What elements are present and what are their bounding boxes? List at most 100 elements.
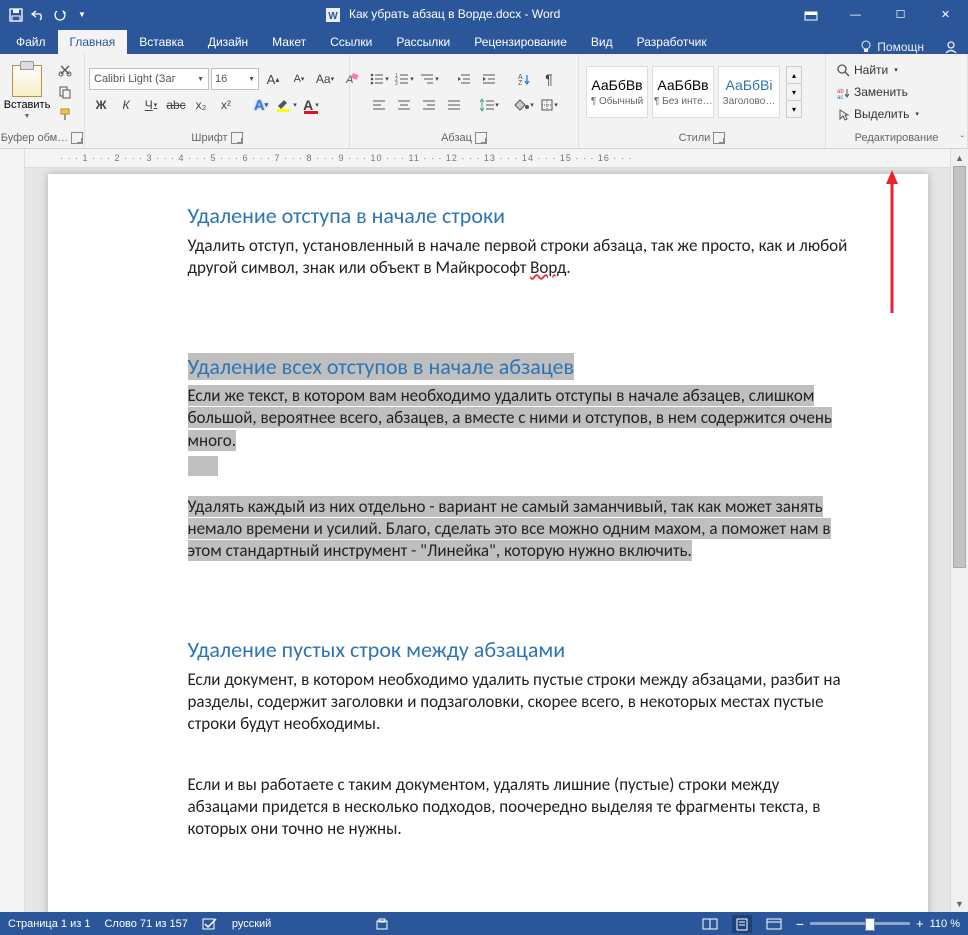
- highlight-icon[interactable]: ▾: [275, 94, 297, 116]
- sort-icon[interactable]: AZ: [513, 68, 535, 90]
- save-icon[interactable]: [8, 7, 24, 23]
- paragraph-dialog-launcher[interactable]: [475, 132, 487, 144]
- close-button[interactable]: ✕: [923, 0, 968, 29]
- clipboard-dialog-launcher[interactable]: [71, 132, 83, 144]
- cut-icon[interactable]: [54, 59, 76, 81]
- tab-insert[interactable]: Вставка: [127, 30, 196, 54]
- align-center-icon[interactable]: [393, 94, 415, 116]
- qat-customize-icon[interactable]: ▼: [74, 7, 90, 23]
- shrink-font-icon[interactable]: A▾: [288, 68, 310, 90]
- text-effects-icon[interactable]: A▾: [250, 94, 272, 116]
- show-marks-icon[interactable]: ¶: [538, 68, 560, 90]
- select-button[interactable]: Выделить▾: [837, 104, 919, 124]
- group-clipboard: Вставить ▼ Буфер обм…: [0, 54, 85, 148]
- find-button[interactable]: Найти▾: [837, 60, 919, 80]
- horizontal-ruler[interactable]: · · · 1 · · · 2 · · · 3 · · · 4 · · · 5 …: [25, 149, 950, 168]
- undo-icon[interactable]: [30, 7, 46, 23]
- grow-font-icon[interactable]: A▴: [262, 68, 284, 90]
- paragraph[interactable]: Если документ, в котором необходимо удал…: [188, 669, 848, 735]
- status-language[interactable]: русский: [232, 918, 271, 930]
- scroll-up-icon[interactable]: ▲: [951, 149, 968, 166]
- format-painter-icon[interactable]: [54, 103, 76, 125]
- redo-icon[interactable]: [52, 7, 68, 23]
- zoom-out-button[interactable]: −: [796, 916, 804, 932]
- zoom-in-button[interactable]: +: [916, 916, 924, 931]
- macro-record-icon[interactable]: [375, 917, 389, 931]
- copy-icon[interactable]: [54, 81, 76, 103]
- style-heading1[interactable]: АаБбВіЗаголово…: [718, 66, 780, 118]
- paragraph-selected[interactable]: Удалять каждый из них отдельно - вариант…: [188, 496, 848, 562]
- multilevel-list-icon[interactable]: ▾: [418, 68, 440, 90]
- decrease-indent-icon[interactable]: [453, 68, 475, 90]
- styles-gallery-scroll[interactable]: ▴ ▾ ▾: [786, 66, 802, 118]
- strikethrough-button[interactable]: abc: [165, 94, 187, 116]
- group-styles-label: Стили: [679, 132, 711, 144]
- svg-text:Z: Z: [518, 80, 523, 86]
- status-words[interactable]: Слово 71 из 157: [104, 918, 187, 930]
- collapse-ribbon-icon[interactable]: ˇ: [961, 135, 964, 146]
- tab-developer[interactable]: Разработчик: [625, 30, 719, 54]
- read-mode-icon[interactable]: [702, 917, 718, 931]
- font-dialog-launcher[interactable]: [231, 132, 243, 144]
- clipboard-icon: [12, 65, 42, 97]
- tab-references[interactable]: Ссылки: [318, 30, 384, 54]
- ribbon-tabs: Файл Главная Вставка Дизайн Макет Ссылки…: [0, 29, 968, 54]
- status-bar: Страница 1 из 1 Слово 71 из 157 русский …: [0, 912, 968, 935]
- font-size-dropdown[interactable]: 16▼: [211, 68, 259, 90]
- subscript-button[interactable]: x₂: [190, 94, 212, 116]
- styles-more-icon[interactable]: ▾: [786, 101, 802, 118]
- paragraph[interactable]: Удалить отступ, установленный в начале п…: [188, 235, 848, 279]
- page[interactable]: Удаление отступа в начале строки Удалить…: [48, 174, 928, 912]
- print-layout-icon[interactable]: [732, 915, 752, 933]
- paragraph[interactable]: Если и вы работаете с таким документом, …: [188, 774, 848, 840]
- styles-dialog-launcher[interactable]: [713, 132, 725, 144]
- bold-button[interactable]: Ж: [90, 94, 112, 116]
- change-case-icon[interactable]: Aa▾: [314, 68, 336, 90]
- align-right-icon[interactable]: [418, 94, 440, 116]
- cursor-icon: [837, 108, 850, 121]
- tab-home[interactable]: Главная: [58, 30, 128, 54]
- zoom-slider[interactable]: [810, 922, 910, 925]
- ribbon-display-icon[interactable]: [788, 0, 833, 29]
- web-layout-icon[interactable]: [766, 917, 782, 931]
- font-color-icon[interactable]: A▾: [300, 94, 322, 116]
- tab-file[interactable]: Файл: [4, 30, 58, 54]
- scroll-thumb[interactable]: [953, 166, 966, 568]
- underline-button[interactable]: Ч▾: [140, 94, 162, 116]
- vertical-ruler[interactable]: [0, 149, 25, 912]
- tab-mailings[interactable]: Рассылки: [384, 30, 462, 54]
- font-name-dropdown[interactable]: Calibri Light (Заг▼: [89, 68, 209, 90]
- bullets-icon[interactable]: ▾: [368, 68, 390, 90]
- align-left-icon[interactable]: [368, 94, 390, 116]
- replace-button[interactable]: abacЗаменить: [837, 82, 919, 102]
- maximize-button[interactable]: ☐: [878, 0, 923, 29]
- tab-layout[interactable]: Макет: [260, 30, 318, 54]
- shading-icon[interactable]: ▾: [513, 94, 535, 116]
- style-normal[interactable]: АаБбВв¶ Обычный: [586, 66, 648, 118]
- paragraph-selected[interactable]: Если же текст, в котором вам необходимо …: [188, 385, 848, 451]
- tell-me[interactable]: Помощн: [850, 40, 934, 54]
- spellcheck-icon[interactable]: [202, 917, 218, 931]
- increase-indent-icon[interactable]: [478, 68, 500, 90]
- tab-view[interactable]: Вид: [579, 30, 625, 54]
- scroll-down-icon[interactable]: ▼: [951, 895, 968, 912]
- line-spacing-icon[interactable]: ▾: [478, 94, 500, 116]
- justify-icon[interactable]: [443, 94, 465, 116]
- vertical-scrollbar[interactable]: ▲ ▼: [950, 149, 968, 912]
- heading[interactable]: Удаление всех отступов в начале абзацев: [188, 353, 848, 382]
- style-no-spacing[interactable]: АаБбВв¶ Без инте…: [652, 66, 714, 118]
- zoom-level[interactable]: 110 %: [930, 918, 960, 930]
- tab-review[interactable]: Рецензирование: [462, 30, 579, 54]
- heading[interactable]: Удаление отступа в начале строки: [188, 202, 848, 231]
- heading[interactable]: Удаление пустых строк между абзацами: [188, 636, 848, 665]
- minimize-button[interactable]: —: [833, 0, 878, 29]
- paste-button[interactable]: Вставить ▼: [5, 65, 49, 120]
- document-viewport: Удаление отступа в начале строки Удалить…: [25, 168, 950, 912]
- superscript-button[interactable]: x²: [215, 94, 237, 116]
- numbering-icon[interactable]: 123▾: [393, 68, 415, 90]
- borders-icon[interactable]: ▾: [538, 94, 560, 116]
- status-page[interactable]: Страница 1 из 1: [8, 918, 90, 930]
- tab-design[interactable]: Дизайн: [196, 30, 260, 54]
- account-icon[interactable]: [934, 40, 968, 54]
- italic-button[interactable]: К: [115, 94, 137, 116]
